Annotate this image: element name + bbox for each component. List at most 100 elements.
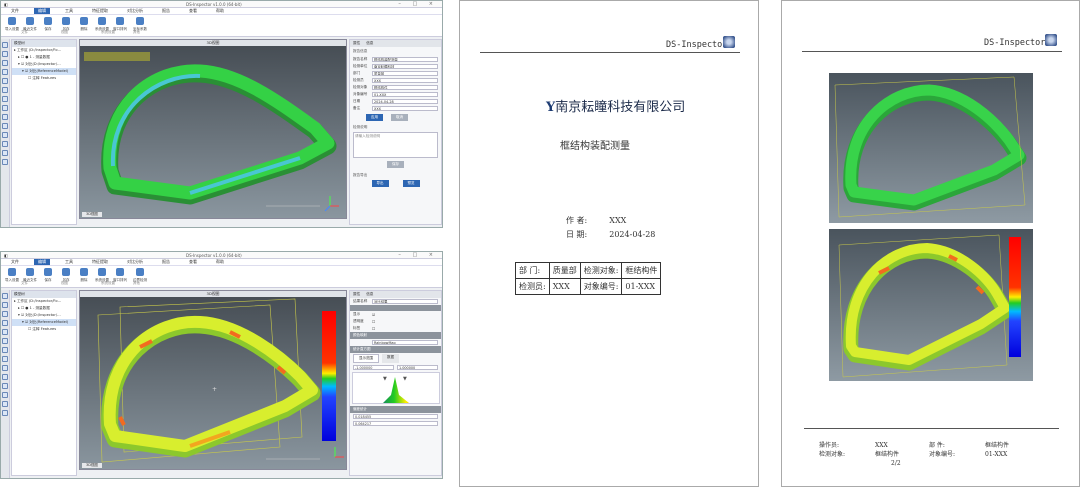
tree-item[interactable]: ▾ ☑ 对比(D:/Inspector/…: [12, 312, 76, 319]
menu-compare[interactable]: 对比分析: [123, 8, 147, 14]
menu-report[interactable]: 报告: [158, 259, 174, 265]
company-input[interactable]: 南京耘瞳科技: [372, 64, 438, 69]
tab-properties[interactable]: 属性: [353, 292, 360, 297]
rotate-icon[interactable]: [2, 51, 8, 57]
import-button[interactable]: 导入设置: [4, 17, 20, 32]
date-input[interactable]: 2024-04-28: [372, 99, 438, 104]
screenshot-icon[interactable]: [2, 159, 8, 165]
delete-icon: [80, 268, 88, 276]
screenshot-icon[interactable]: [2, 410, 8, 416]
viewport-3d[interactable]: 3D视图 3D视图: [79, 39, 347, 219]
menu-edit[interactable]: 编辑: [34, 259, 50, 265]
tab-range[interactable]: 显示范围: [353, 354, 379, 363]
iso-view-icon[interactable]: [2, 114, 8, 120]
tab-info[interactable]: 信息: [366, 41, 373, 46]
tree-item[interactable]: ▸ 工作区 (D:/Inspector/Fo…: [12, 298, 76, 305]
iso-view-icon[interactable]: [2, 365, 8, 371]
tab-data[interactable]: 数据: [382, 354, 399, 363]
save-button[interactable]: 保存: [40, 268, 56, 283]
menu-file[interactable]: 文件: [7, 8, 23, 14]
menu-compare[interactable]: 对比分析: [123, 259, 147, 265]
zoom-icon[interactable]: [2, 69, 8, 75]
range-marker-icon[interactable]: ▼: [403, 376, 407, 382]
note-textarea[interactable]: 请输入检测说明: [353, 132, 438, 158]
table-row: 部 门: 质量部 检测对象: 框结构件: [515, 262, 662, 279]
menu-edit[interactable]: 编辑: [34, 8, 50, 14]
colorbar: [1009, 237, 1021, 357]
tree-item[interactable]: ☐ 注释 Features: [12, 326, 76, 333]
result-name-input[interactable]: 对比结果: [372, 299, 438, 304]
range-min-input[interactable]: -1.000000: [353, 365, 394, 370]
range-max-input[interactable]: 1.000000: [397, 365, 438, 370]
tree-item[interactable]: ☐ 注释 Features: [12, 75, 76, 82]
grid-icon[interactable]: [2, 401, 8, 407]
side-view-icon[interactable]: [2, 96, 8, 102]
menu-help[interactable]: 帮助: [212, 8, 228, 14]
tree-item[interactable]: ▾ ☑ 对比(D:/Inspector/…: [12, 61, 76, 68]
export-button[interactable]: 导出: [371, 180, 389, 187]
tree-item[interactable]: ▾ ☑ 对比(ReferenceModel): [12, 68, 76, 75]
import-button[interactable]: 导入设置: [4, 268, 20, 283]
front-view-icon[interactable]: [2, 338, 8, 344]
range-marker-icon[interactable]: ▼: [383, 376, 387, 382]
color-map-select[interactable]: RainbowMap: [372, 340, 438, 345]
viewport-tab[interactable]: 3D视图: [82, 463, 102, 468]
zoom-icon[interactable]: [2, 320, 8, 326]
measure-icon[interactable]: [2, 123, 8, 129]
menu-feature[interactable]: 特征提取: [88, 8, 112, 14]
preview-button[interactable]: 预览: [402, 180, 420, 187]
light-icon[interactable]: [2, 392, 8, 398]
show-checkbox[interactable]: ☑: [372, 313, 375, 317]
top-view-icon[interactable]: [2, 356, 8, 362]
side-view-icon[interactable]: [2, 347, 8, 353]
delete-button[interactable]: 删除: [76, 268, 92, 283]
menu-tools[interactable]: 工具: [61, 8, 77, 14]
viewport-3d[interactable]: 3D视图 + 3D视图: [79, 290, 347, 470]
tree-item[interactable]: ▸ ☐ ● 1 - 测量数据: [12, 305, 76, 312]
fit-icon[interactable]: [2, 329, 8, 335]
label-checkbox[interactable]: ☐: [372, 327, 375, 331]
menu-report[interactable]: 报告: [158, 8, 174, 14]
field-row: 备注 XXX: [350, 105, 441, 112]
front-view-icon[interactable]: [2, 87, 8, 93]
note-input[interactable]: XXX: [372, 106, 438, 111]
window-controls[interactable]: – □ ×: [398, 1, 438, 7]
top-view-icon[interactable]: [2, 105, 8, 111]
menu-view[interactable]: 查看: [185, 259, 201, 265]
pan-icon[interactable]: [2, 311, 8, 317]
tab-info[interactable]: 信息: [366, 292, 373, 297]
report-name-input[interactable]: 框结构装配测量: [372, 57, 438, 62]
object-number-input[interactable]: 01-XXX: [372, 92, 438, 97]
section-icon[interactable]: [2, 132, 8, 138]
rotate-icon[interactable]: [2, 302, 8, 308]
viewport-tab[interactable]: 3D视图: [82, 212, 102, 217]
transparency-checkbox[interactable]: ☐: [372, 320, 375, 324]
note-save-button[interactable]: 保存: [387, 161, 404, 168]
tree-item[interactable]: ▸ 工作区 (D:/Inspector/Fo…: [12, 47, 76, 54]
inspector-input[interactable]: XXX: [372, 78, 438, 83]
ribbon-group-settings: 系统设置: [101, 30, 115, 34]
window-controls[interactable]: – □ ×: [398, 252, 438, 258]
select-icon[interactable]: [2, 293, 8, 299]
menu-view[interactable]: 查看: [185, 8, 201, 14]
grid-icon[interactable]: [2, 150, 8, 156]
measure-icon[interactable]: [2, 374, 8, 380]
fit-icon[interactable]: [2, 78, 8, 84]
light-icon[interactable]: [2, 141, 8, 147]
menu-tools[interactable]: 工具: [61, 259, 77, 265]
tab-properties[interactable]: 属性: [353, 41, 360, 46]
pan-icon[interactable]: [2, 60, 8, 66]
select-icon[interactable]: [2, 42, 8, 48]
tree-item[interactable]: ▾ ☑ 对比(ReferenceModel): [12, 319, 76, 326]
delete-button[interactable]: 删除: [76, 17, 92, 32]
menu-feature[interactable]: 特征提取: [88, 259, 112, 265]
menu-help[interactable]: 帮助: [212, 259, 228, 265]
menu-file[interactable]: 文件: [7, 259, 23, 265]
tree-item[interactable]: ▸ ☐ ● 1 - 测量数据: [12, 54, 76, 61]
object-input[interactable]: 框结构件: [372, 85, 438, 90]
apply-button[interactable]: 应用: [366, 114, 383, 121]
department-input[interactable]: 质量部: [372, 71, 438, 76]
section-icon[interactable]: [2, 383, 8, 389]
save-button[interactable]: 保存: [40, 17, 56, 32]
cancel-button[interactable]: 取消: [391, 114, 408, 121]
